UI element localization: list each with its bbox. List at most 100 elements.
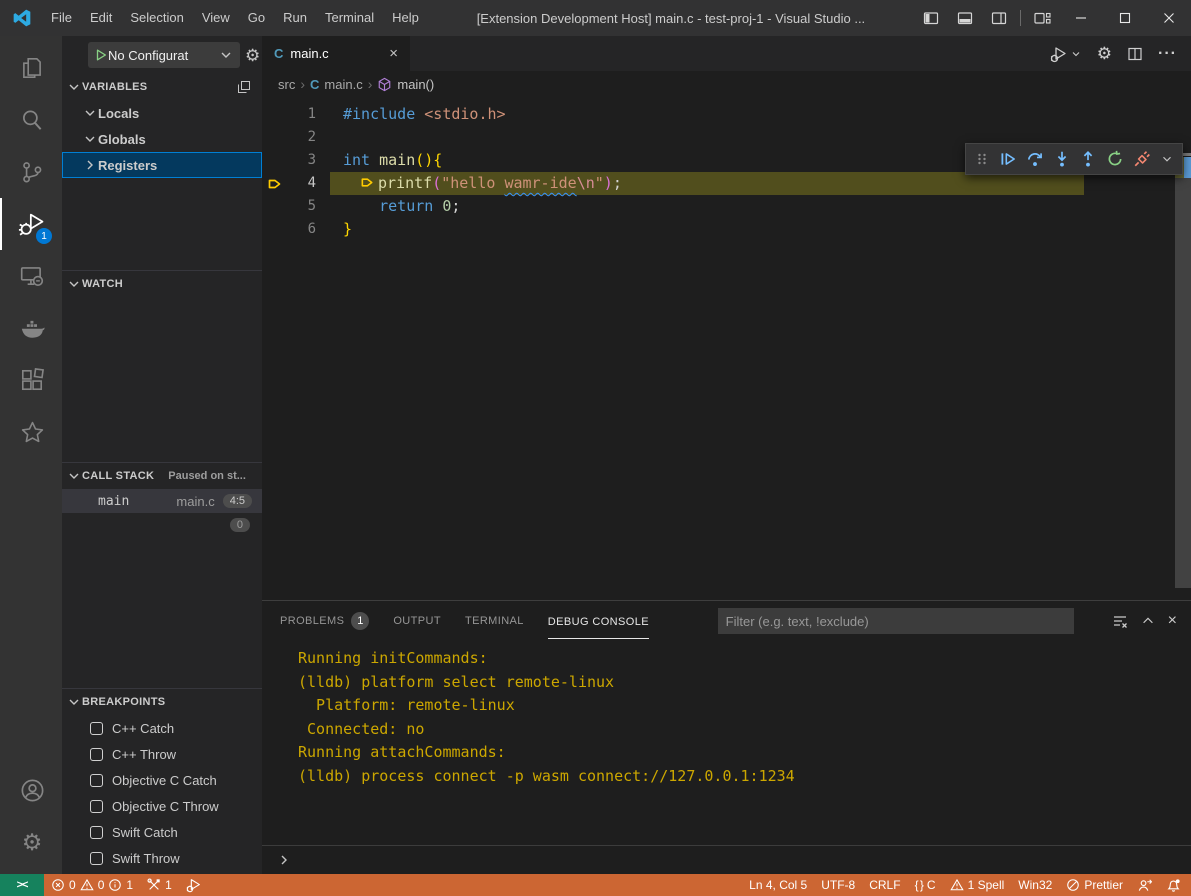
chevron-down-icon [82, 105, 98, 121]
formatter-status[interactable]: Prettier [1059, 874, 1130, 896]
stack-frame-row[interactable]: main main.c 4:5 [62, 489, 262, 513]
restart-icon[interactable] [1106, 150, 1124, 168]
toggle-secondary-sidebar-icon[interactable] [982, 0, 1016, 36]
debug-status-icon[interactable] [179, 874, 209, 896]
menu-view[interactable]: View [193, 0, 239, 36]
maximize-panel-icon[interactable] [1141, 614, 1155, 628]
breakpoint-checkbox[interactable] [90, 826, 103, 839]
menu-edit[interactable]: Edit [81, 0, 121, 36]
editor-scrollbar[interactable] [1175, 157, 1191, 588]
breakpoint-row[interactable]: C++ Throw [62, 741, 262, 767]
cursor-position[interactable]: Ln 4, Col 5 [742, 874, 814, 896]
continue-icon[interactable] [999, 150, 1017, 168]
customize-layout-icon[interactable] [1025, 0, 1059, 36]
close-panel-icon[interactable]: × [1168, 612, 1177, 630]
menu-go[interactable]: Go [239, 0, 274, 36]
menu-help[interactable]: Help [383, 0, 428, 36]
breakpoint-row[interactable]: Objective C Catch [62, 767, 262, 793]
tab-problems[interactable]: PROBLEMS 1 [280, 612, 369, 630]
breakpoint-row[interactable]: Objective C Throw [62, 793, 262, 819]
breakpoint-checkbox[interactable] [90, 852, 103, 865]
tab-output[interactable]: OUTPUT [393, 615, 441, 627]
call-stack-header[interactable]: CALL STACK Paused on st... [62, 463, 262, 489]
run-and-debug-icon[interactable]: 1 [0, 198, 62, 250]
breadcrumb-file[interactable]: main.c [324, 77, 362, 92]
variables-scope-globals[interactable]: Globals [62, 126, 262, 152]
breakpoint-row[interactable]: C++ Catch [62, 715, 262, 741]
breakpoint-checkbox[interactable] [90, 722, 103, 735]
variables-section: VARIABLES Locals Globals Registers [62, 74, 262, 270]
configure-gear-icon[interactable]: ⚙ [245, 47, 260, 64]
minimize-button[interactable] [1059, 0, 1103, 36]
tab-terminal[interactable]: TERMINAL [465, 615, 524, 627]
workbench: 1 ⚙ No Configurat [0, 36, 1191, 874]
menu-run[interactable]: Run [274, 0, 316, 36]
variables-scope-registers[interactable]: Registers [62, 152, 262, 178]
menu-file[interactable]: File [42, 0, 81, 36]
debug-console-input[interactable] [262, 845, 1191, 874]
breakpoint-row[interactable]: Swift Catch [62, 819, 262, 845]
tab-bar: C main.c × ⚙ ··· [262, 36, 1191, 71]
remote-indicator[interactable]: >< [0, 874, 44, 896]
breakpoint-checkbox[interactable] [90, 774, 103, 787]
notifications-bell-icon[interactable] [1159, 874, 1191, 896]
line-number: 1 [308, 103, 316, 126]
eol-indicator[interactable]: CRLF [862, 874, 907, 896]
toggle-sidebar-icon[interactable] [914, 0, 948, 36]
extensions-icon[interactable] [0, 354, 62, 406]
breakpoint-checkbox[interactable] [90, 800, 103, 813]
start-debugging-icon[interactable] [94, 48, 108, 62]
tab-main-c[interactable]: C main.c × [262, 36, 410, 71]
source-control-icon[interactable] [0, 146, 62, 198]
problems-status[interactable]: 0 0 1 [44, 874, 140, 896]
toolbar-drag-grip[interactable] [974, 151, 990, 167]
editor-gear-icon[interactable]: ⚙ [1097, 45, 1112, 62]
variables-scope-locals[interactable]: Locals [62, 100, 262, 126]
disconnect-icon[interactable] [1133, 150, 1151, 168]
language-mode[interactable]: { } C [908, 874, 943, 896]
editor-actions: ⚙ ··· [1050, 36, 1191, 71]
step-over-icon[interactable] [1026, 150, 1044, 168]
launch-configuration-dropdown[interactable]: No Configurat [88, 42, 240, 68]
explorer-icon[interactable] [0, 42, 62, 94]
code-line-current: 4 printf("hello wamr-ide\n"); [262, 172, 1191, 195]
close-button[interactable] [1147, 0, 1191, 36]
clear-console-icon[interactable] [1112, 613, 1128, 629]
remote-explorer-icon[interactable] [0, 250, 62, 302]
debug-highlighted-line: printf("hello wamr-ide\n"); [330, 172, 1084, 195]
step-into-icon[interactable] [1053, 150, 1071, 168]
breadcrumb-symbol[interactable]: main() [397, 77, 434, 92]
maximize-button[interactable] [1103, 0, 1147, 36]
feedback-icon[interactable] [1130, 874, 1159, 896]
chevron-down-icon[interactable] [1160, 152, 1174, 166]
tasks-status[interactable]: 1 [140, 874, 179, 896]
breakpoint-row[interactable]: Swift Throw [62, 845, 262, 871]
settings-gear-icon[interactable]: ⚙ [0, 816, 62, 868]
step-out-icon[interactable] [1079, 150, 1097, 168]
run-or-debug-button[interactable] [1050, 45, 1082, 63]
watch-header[interactable]: WATCH [62, 271, 262, 297]
tab-close-icon[interactable]: × [389, 45, 398, 62]
menu-selection[interactable]: Selection [121, 0, 192, 36]
breadcrumb-folder[interactable]: src [278, 77, 295, 92]
docker-icon[interactable] [0, 302, 62, 354]
spell-checker-status[interactable]: 1 Spell [943, 874, 1012, 896]
toggle-panel-icon[interactable] [948, 0, 982, 36]
tab-debug-console[interactable]: DEBUG CONSOLE [548, 604, 649, 639]
platform-indicator[interactable]: Win32 [1011, 874, 1059, 896]
more-actions-icon[interactable]: ··· [1158, 45, 1177, 63]
search-icon[interactable] [0, 94, 62, 146]
status-bar-right: Ln 4, Col 5 UTF-8 CRLF { } C 1 Spell Win… [742, 874, 1191, 896]
star-icon[interactable] [0, 406, 62, 458]
split-editor-icon[interactable] [1127, 46, 1143, 62]
encoding-indicator[interactable]: UTF-8 [814, 874, 862, 896]
breakpoints-header[interactable]: BREAKPOINTS [62, 689, 262, 715]
account-icon[interactable] [0, 764, 62, 816]
console-filter-input[interactable] [718, 608, 1074, 634]
breakpoint-checkbox[interactable] [90, 748, 103, 761]
code-line: 6 } [262, 218, 1191, 241]
menu-terminal[interactable]: Terminal [316, 0, 383, 36]
code-editor[interactable]: 1 #include <stdio.h> 2 3 int main(){ 4 p… [262, 97, 1191, 600]
collapse-all-icon[interactable] [236, 79, 252, 95]
variables-header[interactable]: VARIABLES [62, 74, 262, 100]
